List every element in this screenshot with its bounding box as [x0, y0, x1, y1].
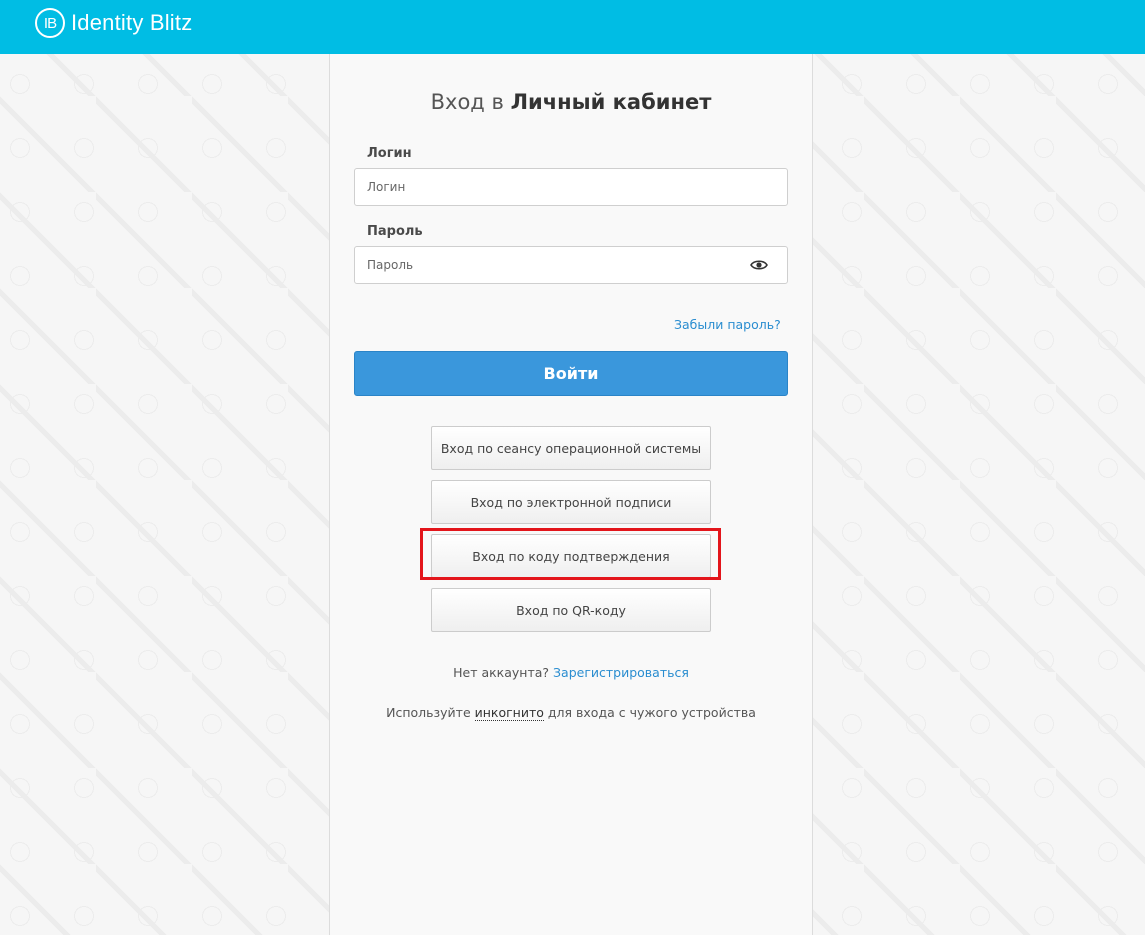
- os-session-login-button[interactable]: Вход по сеансу операционной системы: [431, 426, 711, 470]
- top-bar: IB Identity Blitz: [0, 0, 1145, 54]
- confirmation-code-login-button[interactable]: Вход по коду подтверждения: [431, 534, 711, 578]
- signup-text: Нет аккаунта?: [453, 665, 550, 680]
- page-title: Вход в Личный кабинет: [330, 90, 812, 114]
- incognito-before: Используйте: [386, 705, 471, 720]
- incognito-after: для входа с чужого устройства: [547, 705, 756, 720]
- digital-signature-login-button[interactable]: Вход по электронной подписи: [431, 480, 711, 524]
- title-bold: Личный кабинет: [510, 90, 712, 114]
- register-link[interactable]: Зарегистрироваться: [553, 665, 689, 680]
- login-label: Логин: [367, 146, 412, 161]
- logo-mark-icon: IB: [35, 8, 65, 38]
- qr-code-login-button[interactable]: Вход по QR-коду: [431, 588, 711, 632]
- brand-logo[interactable]: IB Identity Blitz: [35, 8, 192, 38]
- password-input[interactable]: [354, 246, 788, 284]
- login-card: Вход в Личный кабинет Логин Пароль Забыл…: [329, 54, 813, 935]
- login-input[interactable]: [354, 168, 788, 206]
- forgot-password-link[interactable]: Забыли пароль?: [674, 317, 781, 332]
- password-label: Пароль: [367, 224, 423, 239]
- incognito-hint: Используйте инкогнито для входа с чужого…: [330, 705, 812, 721]
- eye-icon[interactable]: [750, 259, 768, 271]
- brand-name: Identity Blitz: [71, 10, 193, 35]
- incognito-link[interactable]: инкогнито: [474, 705, 544, 721]
- login-button[interactable]: Войти: [354, 351, 788, 396]
- title-prefix: Вход в: [430, 90, 504, 114]
- signup-line: Нет аккаунта? Зарегистрироваться: [330, 665, 812, 680]
